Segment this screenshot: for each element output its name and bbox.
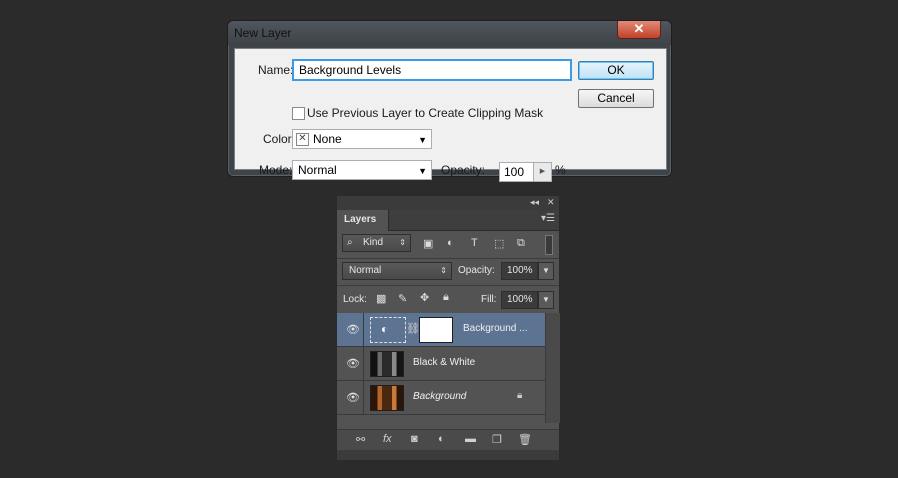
- eye-icon[interactable]: 👁︎: [346, 357, 360, 370]
- resize-grip[interactable]: [337, 450, 559, 460]
- layer-name[interactable]: Background ...: [463, 323, 527, 334]
- layer-name[interactable]: Background: [413, 391, 466, 402]
- layer-row[interactable]: 👁︎ Background 🔒︎: [337, 381, 545, 415]
- no-color-icon: ✕: [296, 133, 309, 146]
- mode-label: Mode:: [259, 163, 293, 177]
- filter-toggle[interactable]: [545, 235, 553, 255]
- filter-row: ⌕ Kind ⇕ ▣ ◐ T ⬚ ⧉: [337, 231, 559, 259]
- layer-row[interactable]: 👁︎ ◐ ⛓︎ Background ...: [337, 313, 545, 347]
- name-input[interactable]: Background Levels: [292, 59, 572, 81]
- color-select[interactable]: ✕ None ▼: [292, 129, 432, 149]
- chevron-right-icon: ▶: [539, 168, 546, 175]
- blend-mode-select[interactable]: Normal ⇕: [342, 262, 452, 280]
- pixel-filter-icon[interactable]: ▣: [423, 237, 433, 250]
- chevron-down-icon: ▼: [418, 166, 427, 176]
- layer-row[interactable]: 👁︎ Black & White: [337, 347, 545, 381]
- close-button[interactable]: ✕: [617, 21, 661, 39]
- scrollbar[interactable]: [545, 313, 560, 423]
- cancel-button[interactable]: Cancel: [578, 89, 654, 108]
- clipping-mask-checkbox[interactable]: [292, 107, 305, 120]
- color-label: Color:: [263, 132, 296, 146]
- add-mask-icon[interactable]: ◙: [411, 433, 418, 445]
- color-value: None: [313, 132, 342, 146]
- fill-input[interactable]: 100%: [501, 291, 538, 309]
- mode-select[interactable]: Normal ▼: [292, 160, 432, 180]
- dialog-body: Name: Background Levels Use Previous Lay…: [234, 48, 667, 182]
- fx-icon[interactable]: fx: [383, 433, 392, 445]
- layers-panel: ◂◂ ✕ Layers ▾☰ ⌕ Kind ⇕ ▣ ◐ T ⬚ ⧉ Normal…: [336, 195, 560, 461]
- smart-object-filter-icon[interactable]: ⧉: [517, 237, 525, 250]
- opacity-input[interactable]: 100: [499, 162, 535, 182]
- search-icon: ⌕: [347, 237, 353, 248]
- folder-icon[interactable]: ▬: [465, 433, 476, 445]
- layer-name[interactable]: Black & White: [413, 357, 475, 368]
- chain-link-icon[interactable]: ⛓︎: [406, 322, 420, 335]
- adjustment-filter-icon[interactable]: ◐: [447, 237, 454, 249]
- dialog-title: New Layer: [234, 26, 292, 40]
- layer-thumbnail[interactable]: [370, 385, 404, 411]
- layer-thumbnail[interactable]: [370, 351, 404, 377]
- link-icon[interactable]: ⚯: [356, 433, 365, 446]
- panel-tabs: Layers ▾☰: [337, 210, 559, 231]
- chevron-down-icon: ▼: [542, 266, 550, 275]
- panel-header: ◂◂ ✕: [337, 196, 559, 210]
- adjustment-icon: ◐: [381, 322, 389, 336]
- lock-label: Lock:: [343, 294, 367, 305]
- close-icon[interactable]: ✕: [547, 197, 555, 208]
- blend-mode-value: Normal: [349, 265, 382, 276]
- lock-row: Lock: ▩ ✎ ✥ 🔒︎ Fill: 100% ▼: [337, 286, 559, 314]
- eye-icon[interactable]: 👁︎: [346, 323, 360, 336]
- lock-icon: 🔒︎: [517, 390, 523, 401]
- eye-icon[interactable]: 👁︎: [346, 391, 360, 404]
- trash-icon[interactable]: 🗑︎: [518, 433, 532, 446]
- adjustment-thumbnail[interactable]: ◐: [370, 317, 406, 343]
- adjustment-icon[interactable]: ◐: [438, 433, 445, 445]
- chevron-updown-icon: ⇕: [399, 238, 406, 247]
- type-filter-icon[interactable]: T: [471, 237, 478, 249]
- opacity-dropdown[interactable]: ▼: [538, 262, 554, 280]
- clipping-mask-label[interactable]: Use Previous Layer to Create Clipping Ma…: [307, 106, 543, 120]
- chevron-updown-icon: ⇕: [440, 266, 447, 275]
- fill-dropdown[interactable]: ▼: [538, 291, 554, 309]
- new-layer-icon[interactable]: ❐: [492, 433, 502, 446]
- blend-row: Normal ⇕ Opacity: 100% ▼: [337, 259, 559, 286]
- opacity-label: Opacity:: [441, 163, 486, 177]
- tab-layers[interactable]: Layers: [337, 210, 389, 231]
- panel-footer: ⚯ fx ◙ ◐ ▬ ❐ 🗑︎: [337, 429, 559, 450]
- shape-filter-icon[interactable]: ⬚: [494, 237, 504, 250]
- panel-menu-icon[interactable]: ▾☰: [541, 213, 555, 224]
- filter-kind-select[interactable]: ⌕ Kind ⇕: [342, 234, 411, 252]
- layer-opacity-input[interactable]: 100%: [501, 262, 538, 280]
- mask-thumbnail[interactable]: [419, 317, 453, 343]
- opacity-stepper[interactable]: ▶: [533, 162, 552, 182]
- chevron-down-icon: ▼: [542, 295, 550, 304]
- name-label: Name:: [258, 63, 294, 77]
- dialog-titlebar[interactable]: New Layer ✕: [228, 21, 671, 45]
- fill-label: Fill:: [481, 294, 497, 305]
- opacity-label: Opacity:: [458, 265, 495, 276]
- mode-value: Normal: [298, 163, 337, 177]
- filter-kind-value: Kind: [363, 237, 384, 248]
- close-icon: ✕: [633, 21, 645, 36]
- new-layer-dialog: New Layer ✕ Name: Background Levels Use …: [227, 20, 672, 182]
- lock-position-icon[interactable]: ✥: [420, 291, 429, 304]
- lock-brush-icon[interactable]: ✎: [398, 292, 407, 305]
- lock-transparent-icon[interactable]: ▩: [376, 292, 386, 305]
- collapse-icon[interactable]: ◂◂: [530, 197, 539, 208]
- chevron-down-icon: ▼: [418, 135, 427, 145]
- opacity-unit: %: [555, 163, 566, 177]
- ok-button[interactable]: OK: [578, 61, 654, 80]
- lock-all-icon[interactable]: 🔒︎: [443, 291, 449, 304]
